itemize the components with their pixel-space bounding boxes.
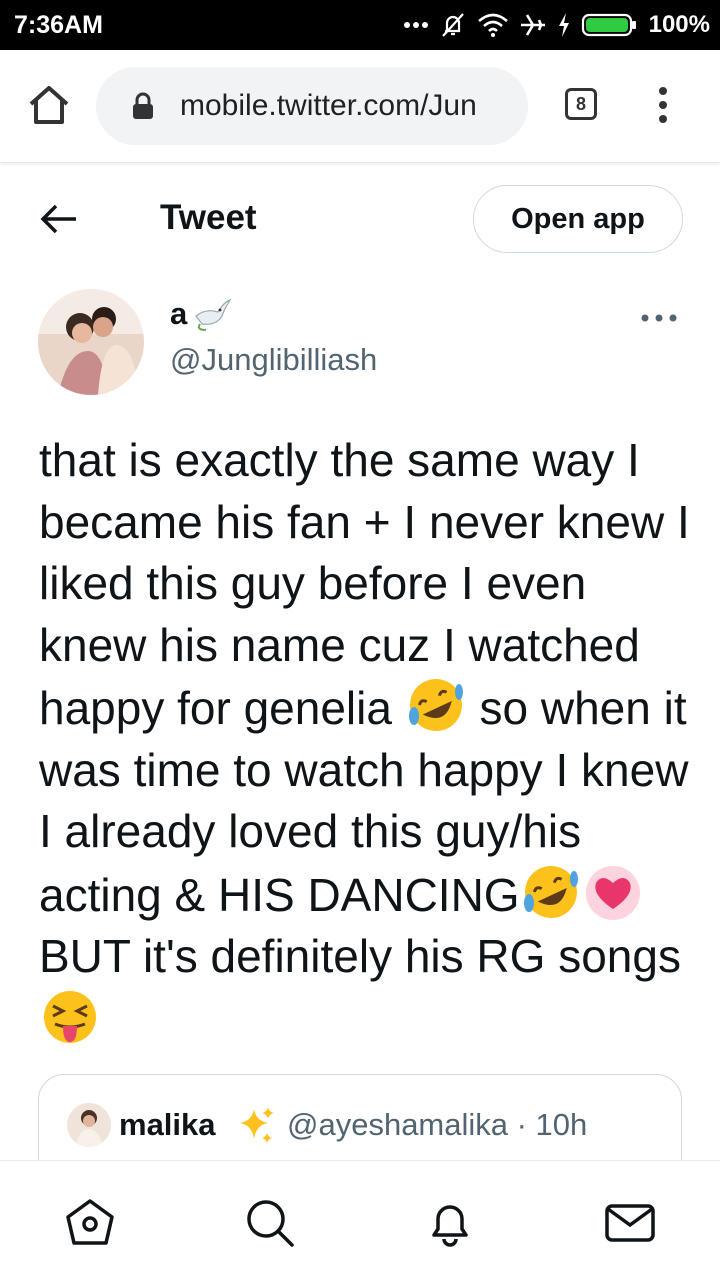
bell-muted-icon — [441, 13, 464, 37]
browser-menu-icon[interactable] — [648, 84, 678, 126]
back-arrow-icon[interactable] — [38, 201, 78, 237]
dots-icon — [403, 22, 428, 28]
quoted-display-name: malika — [119, 1107, 216, 1142]
search-icon[interactable] — [242, 1195, 298, 1251]
more-options-icon[interactable] — [638, 306, 680, 330]
notifications-icon[interactable] — [422, 1195, 478, 1251]
lock-icon — [133, 92, 153, 119]
address-bar[interactable]: mobile.twitter.com/Jun — [96, 67, 528, 145]
tweet-header: Tweet Open app — [0, 163, 720, 273]
quoted-author-avatar — [67, 1103, 111, 1147]
author-avatar[interactable] — [38, 289, 144, 395]
sparkles-emoji-icon — [240, 1107, 274, 1143]
rofl-emoji-icon — [523, 865, 578, 918]
tongue-emoji-icon — [44, 990, 96, 1043]
url-text[interactable]: mobile.twitter.com/Jun — [180, 89, 510, 123]
tab-switcher-button[interactable]: 8 — [565, 88, 597, 120]
rofl-emoji-icon — [408, 679, 463, 731]
charging-icon — [558, 13, 569, 37]
messages-icon[interactable] — [602, 1195, 658, 1251]
author-display-name[interactable]: a — [170, 296, 187, 332]
tweet-text-part: BUT it's definitely his RG songs — [39, 930, 681, 982]
heart-emoji-icon — [585, 865, 640, 920]
wifi-icon — [477, 13, 508, 37]
home-icon[interactable] — [62, 1195, 118, 1251]
browser-toolbar: mobile.twitter.com/Jun 8 — [0, 50, 720, 163]
dove-emoji-icon — [195, 298, 232, 331]
home-button-icon[interactable] — [26, 82, 72, 128]
bottom-nav — [0, 1160, 720, 1281]
open-app-button[interactable]: Open app — [473, 185, 683, 253]
page-title: Tweet — [160, 198, 257, 237]
status-icons: 100% — [403, 8, 710, 42]
tweet-text: that is exactly the same way I became hi… — [39, 430, 699, 1051]
airplane-icon — [520, 14, 545, 36]
author-username[interactable]: @Junglibilliash — [170, 342, 377, 378]
battery-percent: 100% — [648, 11, 710, 38]
status-bar: 7:36AM 100% — [0, 0, 720, 50]
status-time: 7:36AM — [14, 11, 103, 39]
quoted-handle-time: @ayeshamalika · 10h — [287, 1107, 588, 1142]
battery-icon — [581, 13, 636, 37]
